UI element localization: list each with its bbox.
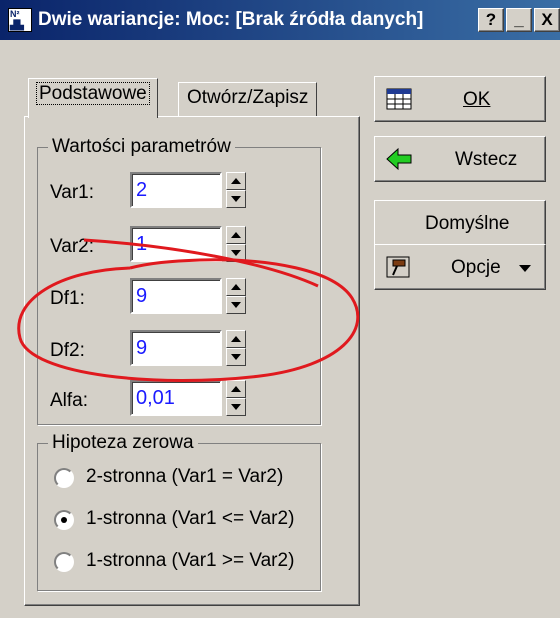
radio-button[interactable] <box>54 510 74 530</box>
alfa-spinner[interactable] <box>226 380 246 416</box>
hammer-icon <box>386 256 410 278</box>
var1-label: Var1: <box>50 182 95 203</box>
df2-input[interactable]: 9 <box>130 330 222 366</box>
tab-panel: Wartości parametrów Var1: 2 Var2: 1 Df1:… <box>24 116 360 606</box>
radio-label: 2-stronna (Var1 = Var2) <box>86 466 284 487</box>
window-title: Dwie wariancje: Moc: [Brak źródła danych… <box>38 9 424 30</box>
options-button[interactable]: Opcje <box>374 244 546 290</box>
back-button[interactable]: Wstecz <box>374 136 546 182</box>
spin-up-icon[interactable] <box>226 226 246 244</box>
green-arrow-left-icon <box>386 147 412 171</box>
tab-otworz-zapisz[interactable]: Otwórz/Zapisz <box>178 82 318 116</box>
spin-up-icon[interactable] <box>226 278 246 296</box>
radio-button[interactable] <box>54 552 74 572</box>
minimize-button[interactable]: _ <box>506 8 532 32</box>
options-label: Opcje <box>451 257 501 278</box>
alfa-label: Alfa: <box>50 390 89 411</box>
df2-label: Df2: <box>50 340 85 361</box>
spin-up-icon[interactable] <box>226 330 246 348</box>
var1-spinner[interactable] <box>226 172 246 208</box>
defaults-label: Domyślne <box>425 213 510 234</box>
var2-spinner[interactable] <box>226 226 246 262</box>
spin-down-icon[interactable] <box>226 296 246 314</box>
alfa-input[interactable]: 0,01 <box>130 380 222 416</box>
dropdown-arrow-icon[interactable] <box>519 265 531 272</box>
spin-down-icon[interactable] <box>226 348 246 366</box>
chart-app-icon: N² ▟▙ <box>8 8 32 32</box>
spin-down-icon[interactable] <box>226 244 246 262</box>
var1-input[interactable]: 2 <box>130 172 222 208</box>
spin-down-icon[interactable] <box>226 398 246 416</box>
radio-label: 1-stronna (Var1 >= Var2) <box>86 550 295 571</box>
help-button[interactable]: ? <box>478 8 504 32</box>
params-group-title: Wartości parametrów <box>48 136 235 158</box>
spin-up-icon[interactable] <box>226 380 246 398</box>
radio-label: 1-stronna (Var1 <= Var2) <box>86 508 295 529</box>
tab-label: Otwórz/Zapisz <box>187 87 309 108</box>
title-bar[interactable]: N² ▟▙ Dwie wariancje: Moc: [Brak źródła d… <box>0 0 560 40</box>
ok-label: OK <box>463 89 491 110</box>
var2-input[interactable]: 1 <box>130 226 222 262</box>
spin-down-icon[interactable] <box>226 190 246 208</box>
df1-spinner[interactable] <box>226 278 246 314</box>
df1-label: Df1: <box>50 288 85 309</box>
df2-spinner[interactable] <box>226 330 246 366</box>
radio-button[interactable] <box>54 468 74 488</box>
close-button[interactable]: X <box>534 8 560 32</box>
spin-up-icon[interactable] <box>226 172 246 190</box>
table-icon <box>386 88 412 110</box>
tab-podstawowe[interactable]: Podstawowe <box>28 78 158 118</box>
tab-label: Podstawowe <box>36 82 150 105</box>
df1-input[interactable]: 9 <box>130 278 222 314</box>
defaults-button[interactable]: Domyślne <box>374 200 546 246</box>
ok-button[interactable]: OK <box>374 76 546 122</box>
back-label: Wstecz <box>455 149 518 170</box>
var2-label: Var2: <box>50 236 95 257</box>
hypothesis-group: Hipoteza zerowa 2-stronna (Var1 = Var2) … <box>37 432 321 591</box>
hypothesis-group-title: Hipoteza zerowa <box>48 432 198 454</box>
params-group: Wartości parametrów Var1: 2 Var2: 1 Df1:… <box>37 136 321 425</box>
